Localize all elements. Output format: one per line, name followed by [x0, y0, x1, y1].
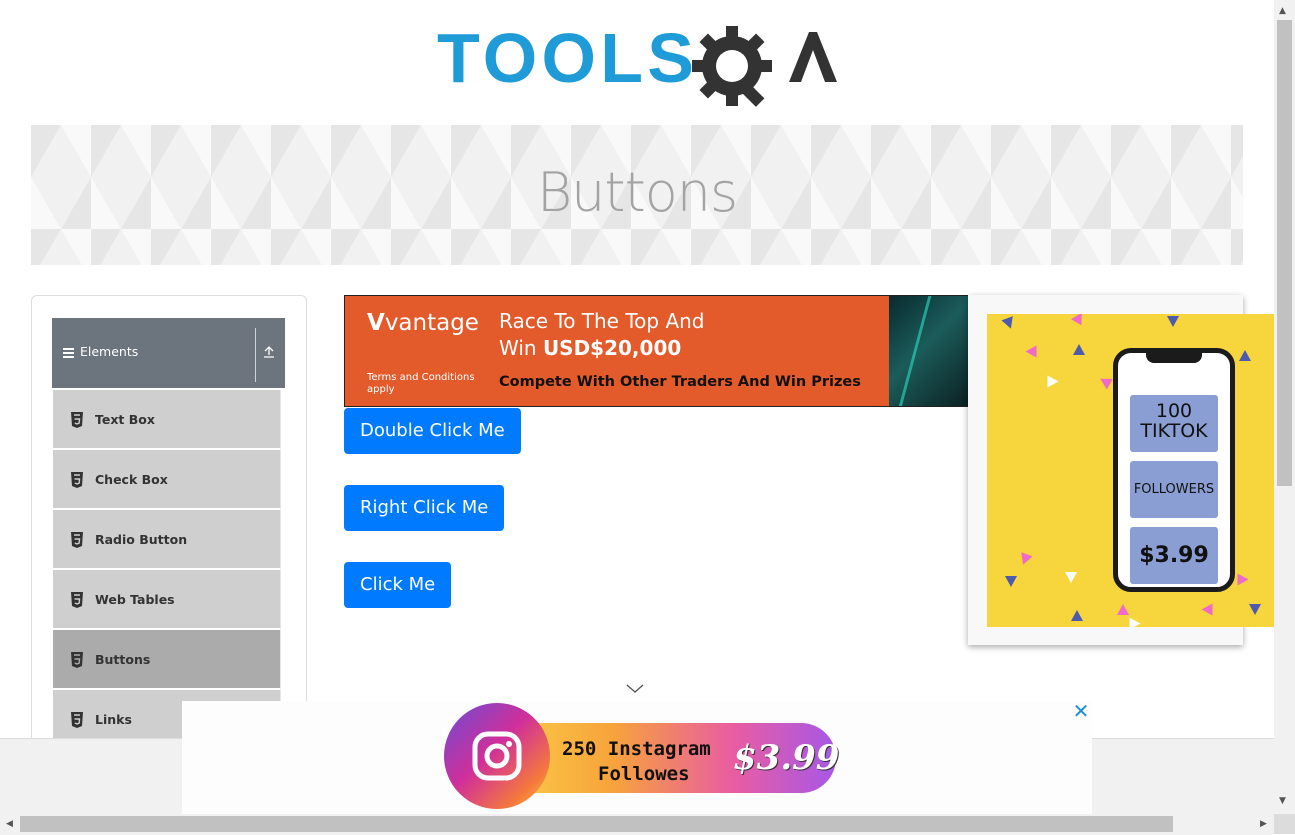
- html5-icon: [71, 652, 83, 668]
- ad-terms: Terms and Conditions apply: [367, 372, 475, 395]
- toolsqa-logo[interactable]: TOOLS: [437, 20, 841, 112]
- svg-text:TOOLS: TOOLS: [437, 20, 695, 97]
- scroll-up-arrow-icon[interactable]: ▲: [1279, 6, 1286, 16]
- sidebar-item-label: Radio Button: [95, 532, 188, 547]
- hamburger-icon: [63, 348, 74, 358]
- click-me-button[interactable]: Click Me: [344, 562, 452, 608]
- vantage-brand: Vvantage: [367, 310, 479, 336]
- collapse-arrow-icon[interactable]: [262, 344, 276, 360]
- html5-icon: [71, 412, 83, 428]
- sidebar-item-label: Check Box: [95, 472, 168, 487]
- html5-icon: [71, 472, 83, 488]
- ad-subline: Compete With Other Traders And Win Prize…: [499, 374, 861, 390]
- phone-graphic: 100 TIKTOK FOLLOWERS $3.99: [1113, 348, 1235, 592]
- vertical-scrollbar-thumb[interactable]: [1277, 20, 1292, 486]
- sidebar-group-elements[interactable]: Elements: [52, 318, 285, 388]
- sidebar-item-label: Buttons: [95, 652, 151, 667]
- chevron-down-icon[interactable]: [626, 683, 644, 695]
- scroll-right-arrow-icon[interactable]: ▶: [1260, 819, 1267, 829]
- html5-icon: [71, 592, 83, 608]
- right-click-button[interactable]: Right Click Me: [344, 485, 505, 531]
- html5-icon: [71, 712, 83, 728]
- sidebar-item-text-box[interactable]: Text Box: [53, 390, 281, 450]
- sidebar-group-label: Elements: [80, 344, 139, 359]
- scrollbar-corner: [1274, 814, 1295, 834]
- close-icon[interactable]: ✕: [1072, 701, 1090, 721]
- sidebar-item-buttons[interactable]: Buttons: [53, 630, 281, 690]
- html5-icon: [71, 532, 83, 548]
- page-banner: Buttons: [31, 125, 1243, 265]
- tiktok-ad[interactable]: 100 TIKTOK FOLLOWERS $3.99: [987, 314, 1274, 627]
- sidebar-menu: Text Box Check Box Radio Button Web Tabl…: [53, 390, 281, 750]
- sidebar-item-check-box[interactable]: Check Box: [53, 450, 281, 510]
- sidebar-item-radio-button[interactable]: Radio Button: [53, 510, 281, 570]
- instagram-icon: [472, 731, 522, 781]
- divider: [255, 328, 256, 382]
- ad-card-price: $3.99: [1130, 527, 1218, 584]
- page-title: Buttons: [536, 161, 738, 224]
- double-click-button[interactable]: Double Click Me: [344, 408, 521, 454]
- sidebar-item-web-tables[interactable]: Web Tables: [53, 570, 281, 630]
- sidebar-item-label: Text Box: [95, 412, 155, 427]
- scroll-down-arrow-icon[interactable]: ▼: [1279, 796, 1286, 806]
- ad-headline: Race To The Top And Win USD$20,000: [499, 309, 705, 360]
- ig-ad-price: $3.99: [733, 738, 840, 778]
- ad-graphic: [889, 296, 969, 406]
- sidebar-item-label: Links: [95, 712, 132, 727]
- horizontal-scrollbar-thumb[interactable]: [20, 816, 1173, 832]
- scroll-left-arrow-icon[interactable]: ◀: [6, 819, 13, 829]
- ig-ad-text: 250 Instagram Followes: [562, 738, 711, 785]
- vantage-ad-banner[interactable]: Vvantage Terms and Conditions apply Race…: [344, 295, 970, 407]
- ad-card-count: 100 TIKTOK: [1130, 395, 1218, 452]
- sidebar: Elements Text Box Check Box Radio Button…: [31, 295, 307, 757]
- sidebar-item-label: Web Tables: [95, 592, 175, 607]
- ad-card-followers: FOLLOWERS: [1130, 461, 1218, 518]
